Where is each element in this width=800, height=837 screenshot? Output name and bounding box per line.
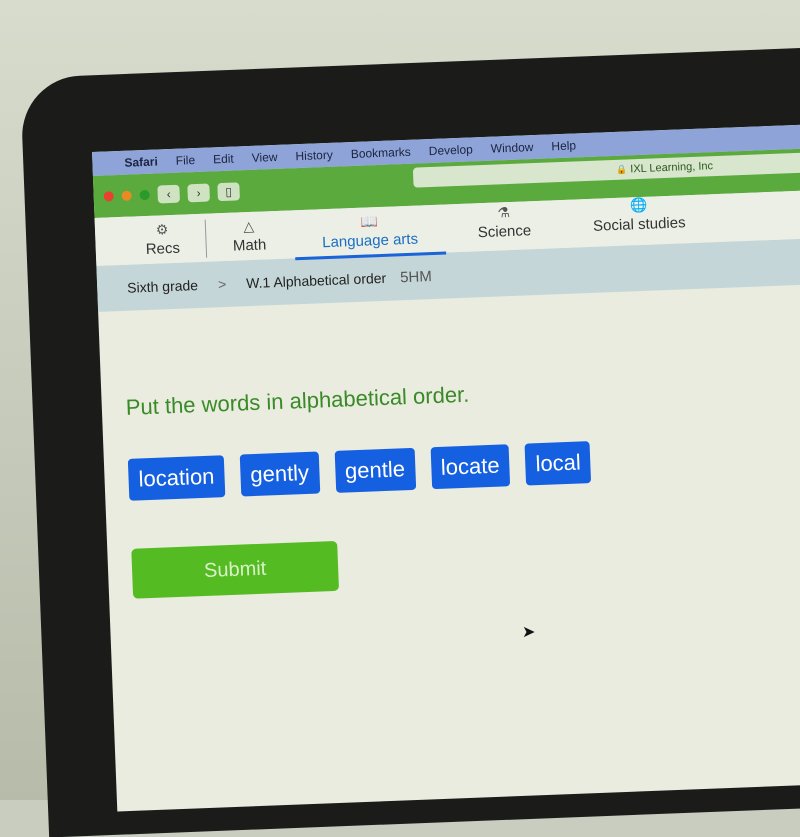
tab-label: Recs (145, 239, 181, 259)
skill-code: 5HM (399, 267, 433, 286)
menu-file[interactable]: File (175, 153, 195, 168)
back-button[interactable]: ‹ (157, 184, 181, 204)
word-tile[interactable]: local (524, 441, 592, 486)
word-tile[interactable]: gentle (334, 447, 416, 493)
tab-science[interactable]: ⚗ Science (445, 202, 564, 252)
tab-recs[interactable]: ⚙ Recs (95, 220, 207, 266)
tab-label: Science (477, 222, 532, 242)
mouse-cursor-icon: ➤ (522, 624, 536, 641)
menu-view[interactable]: View (251, 150, 277, 165)
word-tile[interactable]: locate (430, 444, 511, 490)
menu-window[interactable]: Window (490, 140, 533, 156)
close-window-button[interactable] (103, 191, 114, 202)
site-identity: IXL Learning, Inc (630, 160, 714, 176)
tab-label: Social studies (592, 214, 686, 235)
tab-math[interactable]: △ Math (206, 216, 295, 261)
menu-develop[interactable]: Develop (429, 142, 474, 158)
tab-language-arts[interactable]: 📖 Language arts (293, 210, 446, 258)
chevron-right-icon: > (217, 275, 227, 293)
lock-icon: 🔒 (615, 163, 628, 175)
submit-button[interactable]: Submit (131, 540, 340, 599)
tab-social-studies[interactable]: 🌐 Social studies (562, 194, 716, 248)
menu-help[interactable]: Help (551, 138, 576, 153)
sidebar-toggle-icon[interactable]: ▯ (217, 182, 240, 202)
breadcrumb-grade[interactable]: Sixth grade (127, 277, 198, 296)
recs-icon: ⚙ (155, 221, 169, 238)
globe-icon: 🌐 (629, 196, 648, 214)
word-tile[interactable]: location (127, 455, 226, 501)
zoom-window-button[interactable] (139, 189, 150, 201)
breadcrumb-skill: W.1 Alphabetical order (245, 269, 387, 292)
minimize-window-button[interactable] (121, 190, 132, 201)
question-area: Put the words in alphabetical order. loc… (98, 284, 800, 599)
flask-icon: ⚗ (497, 204, 511, 221)
tab-label: Math (232, 236, 267, 255)
word-tiles: location gently gentle locate local (127, 432, 800, 501)
book-icon: 📖 (360, 213, 379, 230)
menu-bookmarks[interactable]: Bookmarks (351, 145, 412, 161)
screen: Safari File Edit View History Bookmarks … (92, 124, 800, 812)
question-prompt: Put the words in alphabetical order. (125, 381, 470, 420)
forward-button[interactable]: › (187, 183, 210, 203)
pyramid-icon: △ (243, 217, 255, 235)
menu-history[interactable]: History (295, 148, 333, 163)
menu-edit[interactable]: Edit (213, 152, 234, 167)
word-tile[interactable]: gently (239, 451, 320, 497)
tab-label: Language arts (321, 230, 419, 252)
menu-safari[interactable]: Safari (124, 154, 158, 169)
